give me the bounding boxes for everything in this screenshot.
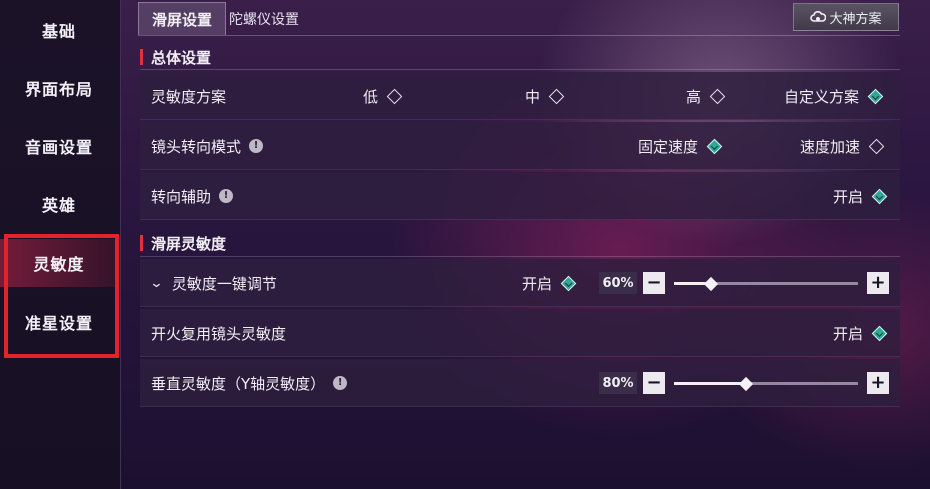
increase-button[interactable]: + <box>867 272 889 294</box>
tab-swipe-settings[interactable]: 滑屏设置 <box>138 2 226 35</box>
section-general-label: 总体设置 <box>151 48 212 67</box>
row-one-key-adjust: ⌄ 灵敏度一键调节 开启 60% − + <box>140 259 900 307</box>
section-divider <box>140 256 900 257</box>
expert-scheme-button[interactable]: 大神方案 <box>793 3 899 31</box>
section-swipe-title: 滑屏灵敏度 <box>140 232 226 254</box>
option-low-label: 低 <box>363 87 379 106</box>
fire-reuse-option-label: 开启 <box>833 324 864 343</box>
fire-reuse-label: 开火复用镜头灵敏度 <box>151 324 287 343</box>
turn-assist-option-label: 开启 <box>833 187 864 206</box>
radio-diamond-icon <box>868 138 885 154</box>
radio-diamond-checked-icon <box>871 188 888 204</box>
option-high[interactable]: 高 <box>686 72 726 120</box>
option-fixed-speed[interactable]: 固定速度 <box>638 122 723 170</box>
info-icon[interactable]: ! <box>333 376 348 390</box>
radio-diamond-icon <box>386 88 403 104</box>
radio-diamond-checked-icon <box>706 138 723 154</box>
section-swipe-label: 滑屏灵敏度 <box>151 234 227 253</box>
radio-diamond-checked-icon <box>871 325 888 341</box>
option-low[interactable]: 低 <box>363 72 403 120</box>
section-divider <box>140 69 900 70</box>
cloud-icon <box>810 11 827 22</box>
chevron-down-icon[interactable]: ⌄ <box>149 276 163 291</box>
row-turn-assist: 转向辅助 ! 开启 <box>140 172 900 220</box>
camera-turn-mode-label: 镜头转向模式 <box>151 137 242 156</box>
vertical-sens-label: 垂直灵敏度（Y轴灵敏度） <box>151 374 326 393</box>
turn-assist-label: 转向辅助 <box>151 187 212 206</box>
one-key-adjust-label: 灵敏度一键调节 <box>171 274 277 293</box>
sidebar-item-audio-video[interactable]: 音画设置 <box>0 122 118 170</box>
decrease-button[interactable]: − <box>643 272 665 294</box>
sensitivity-scheme-label: 灵敏度方案 <box>151 87 227 106</box>
option-medium[interactable]: 中 <box>525 72 565 120</box>
section-bar <box>140 49 143 65</box>
section-general-title: 总体设置 <box>140 46 211 68</box>
camera-turn-mode-label-wrap: 镜头转向模式 ! <box>151 122 264 170</box>
info-icon[interactable]: ! <box>249 139 264 153</box>
row-vertical-sensitivity: 垂直灵敏度（Y轴灵敏度） ! 80% − + <box>140 359 900 407</box>
section-bar <box>140 235 143 251</box>
tab-divider <box>138 35 900 36</box>
one-key-adjust-option-label: 开启 <box>522 274 553 293</box>
option-custom-label: 自定义方案 <box>784 87 860 106</box>
radio-diamond-checked-icon <box>867 88 884 104</box>
vertical-sens-value: 80% <box>599 372 637 394</box>
radio-diamond-icon <box>548 88 565 104</box>
slider-fill <box>674 382 746 385</box>
one-key-adjust-label-wrap[interactable]: ⌄ 灵敏度一键调节 <box>149 259 277 307</box>
sidebar-item-basic[interactable]: 基础 <box>0 6 118 54</box>
turn-assist-label-wrap: 转向辅助 ! <box>151 172 234 220</box>
tab-gyroscope-settings[interactable]: 陀螺仪设置 <box>226 2 302 35</box>
expert-scheme-label: 大神方案 <box>829 11 882 27</box>
option-high-label: 高 <box>686 87 702 106</box>
option-custom[interactable]: 自定义方案 <box>784 72 884 120</box>
sidebar: 基础 界面布局 音画设置 英雄 灵敏度 准星设置 <box>0 0 121 489</box>
sidebar-item-crosshair[interactable]: 准星设置 <box>0 298 118 346</box>
info-icon[interactable]: ! <box>219 189 234 203</box>
fire-reuse-toggle[interactable]: 开启 <box>833 309 888 357</box>
slider-knob[interactable] <box>703 276 719 291</box>
option-medium-label: 中 <box>525 87 541 106</box>
sidebar-item-layout[interactable]: 界面布局 <box>0 64 118 112</box>
sidebar-item-sensitivity[interactable]: 灵敏度 <box>0 239 118 287</box>
radio-diamond-checked-icon <box>560 275 577 291</box>
row-camera-turn-mode: 镜头转向模式 ! 固定速度 速度加速 <box>140 122 900 170</box>
slider-knob[interactable] <box>738 376 754 391</box>
slider-track[interactable] <box>674 376 858 391</box>
option-speed-accel-label: 速度加速 <box>800 137 861 156</box>
increase-button[interactable]: + <box>867 372 889 394</box>
radio-diamond-icon <box>709 88 726 104</box>
one-key-adjust-toggle[interactable]: 开启 <box>522 259 577 307</box>
option-fixed-speed-label: 固定速度 <box>638 137 699 156</box>
sidebar-item-hero[interactable]: 英雄 <box>0 180 118 228</box>
row-fire-reuse: 开火复用镜头灵敏度 开启 <box>140 309 900 357</box>
row-sensitivity-scheme: 灵敏度方案 低 中 高 自定义方案 <box>140 72 900 120</box>
turn-assist-toggle[interactable]: 开启 <box>833 172 888 220</box>
vertical-sens-label-wrap: 垂直灵敏度（Y轴灵敏度） ! <box>151 359 348 407</box>
slider-track[interactable] <box>674 276 858 291</box>
option-speed-accel[interactable]: 速度加速 <box>800 122 885 170</box>
decrease-button[interactable]: − <box>643 372 665 394</box>
one-key-adjust-value: 60% <box>599 272 637 294</box>
